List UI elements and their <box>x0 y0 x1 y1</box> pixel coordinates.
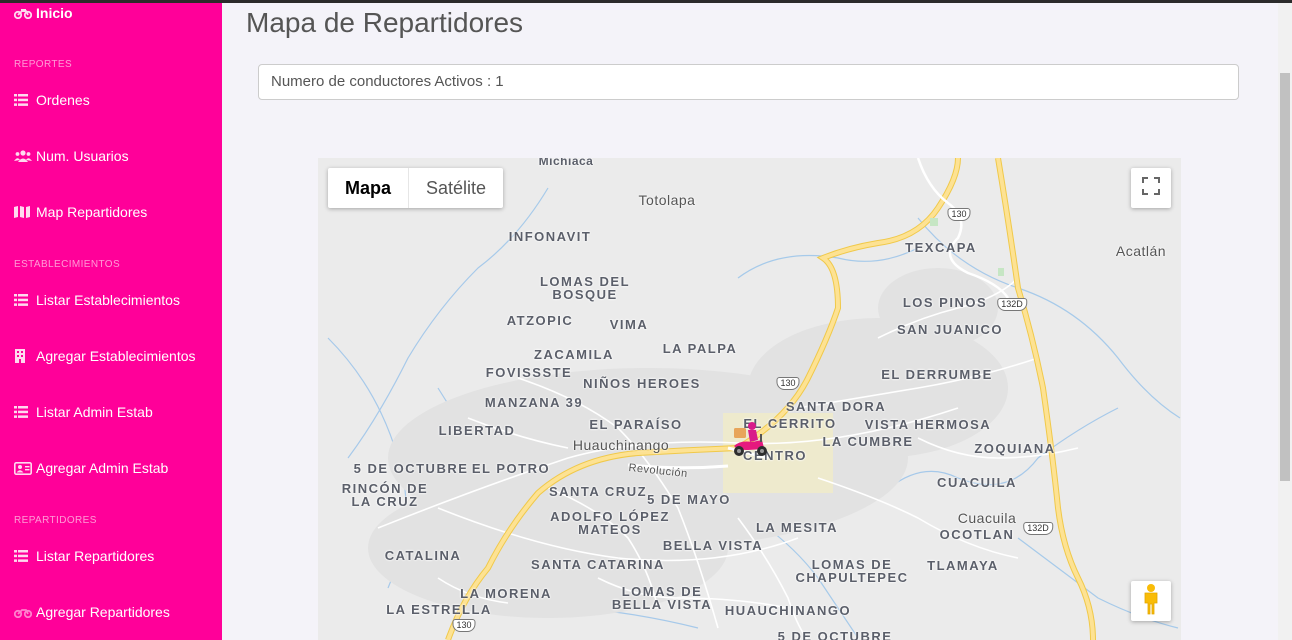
map-label: LA MORENA <box>460 586 552 601</box>
delivery-map[interactable]: Mapa Satélite Michiaca Totolapa INFONAVI… <box>318 158 1181 640</box>
list-icon <box>14 406 34 418</box>
motorcycle-icon <box>14 606 34 618</box>
road-shield: 130 <box>776 377 800 390</box>
map-label: LA PALPA <box>662 341 738 356</box>
map-label: LA CRUZ <box>351 494 419 509</box>
sidebar-item-label: Agregar Admin Estab <box>36 460 169 476</box>
list-icon <box>14 294 34 306</box>
map-label: BELLA VISTA <box>611 597 713 612</box>
map-label: EL PARAÍSO <box>589 417 683 432</box>
sidebar-item-num-usuarios[interactable]: Num. Usuarios <box>14 148 129 164</box>
delivery-scooter-icon <box>734 422 767 456</box>
map-label: SANTA DORA <box>785 399 887 414</box>
pegman-icon <box>1142 583 1160 620</box>
road-shield: 132D <box>997 298 1027 311</box>
id-card-icon <box>14 461 34 475</box>
map-label: ZOQUIANA <box>974 441 1056 456</box>
map-label: NIÑOS HEROES <box>583 376 701 391</box>
sidebar-item-listar-repartidores[interactable]: Listar Repartidores <box>14 548 154 564</box>
building-icon <box>14 349 34 363</box>
map-label: FOVISSSTE <box>485 365 573 380</box>
map-label: 5 DE MAYO <box>647 492 731 507</box>
list-icon <box>14 94 34 106</box>
map-label: MATEOS <box>578 522 642 537</box>
page-scrollbar[interactable] <box>1278 3 1292 640</box>
street-view-pegman-button[interactable] <box>1131 581 1171 621</box>
map-icon <box>14 206 34 218</box>
map-label: EL DERRUMBE <box>881 367 993 382</box>
map-label: OCOTLAN <box>939 527 1015 542</box>
map-label: EL POTRO <box>471 461 551 476</box>
section-repartidores: REPARTIDORES <box>14 515 97 526</box>
sidebar-item-label: Agregar Repartidores <box>36 604 170 620</box>
sidebar-item-label: Listar Admin Estab <box>36 404 153 420</box>
map-label: Huauchinango <box>572 437 670 453</box>
map-label: ATZOPIC <box>506 313 574 328</box>
fullscreen-icon <box>1142 176 1160 200</box>
map-label: INFONAVIT <box>508 229 592 244</box>
sidebar-item-label: Listar Establecimientos <box>36 292 180 308</box>
map-label: CATALINA <box>384 548 462 563</box>
map-label: VIMA <box>609 317 649 332</box>
page-title: Mapa de Repartidores <box>246 7 524 38</box>
map-label: BOSQUE <box>552 287 618 302</box>
map-label: BELLA VISTA <box>662 538 764 553</box>
sidebar-item-listar-admin-estab[interactable]: Listar Admin Estab <box>14 404 153 420</box>
map-label: Michiaca <box>538 158 594 168</box>
map-label: CHAPULTEPEC <box>795 570 909 585</box>
map-label: SANTA CRUZ <box>548 484 648 499</box>
map-label: LA MESITA <box>755 520 839 535</box>
fullscreen-button[interactable] <box>1131 168 1171 208</box>
map-label: Cuacuila <box>957 510 1017 526</box>
sidebar-item-label: Agregar Establecimientos <box>36 348 196 364</box>
sidebar-item-label: Map Repartidores <box>36 204 148 220</box>
sidebar-item-inicio[interactable]: Inicio <box>14 5 73 21</box>
map-label: TLAMAYA <box>927 558 999 573</box>
users-icon <box>14 150 34 162</box>
map-label: SAN JUANICO <box>896 322 1004 337</box>
map-label: HUAUCHINANGO <box>724 603 852 618</box>
sidebar-item-map-repartidores[interactable]: Map Repartidores <box>14 204 147 220</box>
sidebar: Inicio REPORTES Ordenes Num. Usuarios Ma… <box>0 3 222 640</box>
section-reportes: REPORTES <box>14 59 73 70</box>
section-establecimientos: ESTABLECIMIENTOS <box>14 259 121 270</box>
map-label: 5 DE OCTUBRE <box>777 629 893 640</box>
sidebar-item-agregar-admin-estab[interactable]: Agregar Admin Estab <box>14 460 168 476</box>
map-label: LOS PINOS <box>902 295 988 310</box>
map-label: SANTA CATARINA <box>531 557 665 572</box>
map-label: ZACAMILA <box>534 347 614 362</box>
map-base-layer <box>318 158 1181 640</box>
delivery-driver-marker[interactable] <box>730 420 772 462</box>
road-shield: 130 <box>947 208 971 221</box>
road-shield: 130 <box>452 619 476 632</box>
list-icon <box>14 550 34 562</box>
map-label: Acatlán <box>1115 243 1167 259</box>
sidebar-item-label: Inicio <box>36 5 73 21</box>
sidebar-item-agregar-repartidores[interactable]: Agregar Repartidores <box>14 604 170 620</box>
map-view-button[interactable]: Mapa <box>328 168 410 208</box>
motorcycle-icon <box>14 7 34 19</box>
sidebar-item-listar-establecimientos[interactable]: Listar Establecimientos <box>14 292 180 308</box>
main-content: Mapa de Repartidores Numero de conductor… <box>222 3 1278 640</box>
sidebar-item-label: Num. Usuarios <box>36 148 129 164</box>
map-type-control: Mapa Satélite <box>328 168 504 208</box>
map-label: MANZANA 39 <box>484 395 584 410</box>
sidebar-item-ordenes[interactable]: Ordenes <box>14 92 90 108</box>
map-label: LA ESTRELLA <box>386 602 492 617</box>
scrollbar-thumb[interactable] <box>1280 73 1290 481</box>
map-label: VISTA HERMOSA <box>864 417 992 432</box>
active-drivers-box: Numero de conductores Activos : 1 <box>258 64 1239 100</box>
sidebar-item-label: Listar Repartidores <box>36 548 155 564</box>
map-label: Totolapa <box>638 192 696 208</box>
road-shield: 132D <box>1023 522 1053 535</box>
satellite-view-button[interactable]: Satélite <box>409 168 503 208</box>
map-label: 5 DE OCTUBRE <box>353 461 469 476</box>
map-label: TEXCAPA <box>905 240 977 255</box>
sidebar-item-agregar-establecimientos[interactable]: Agregar Establecimientos <box>14 348 196 364</box>
map-label: LIBERTAD <box>438 423 516 438</box>
sidebar-item-label: Ordenes <box>36 92 90 108</box>
map-label: LA CUMBRE <box>822 434 914 449</box>
map-label: CUACUILA <box>937 475 1017 490</box>
